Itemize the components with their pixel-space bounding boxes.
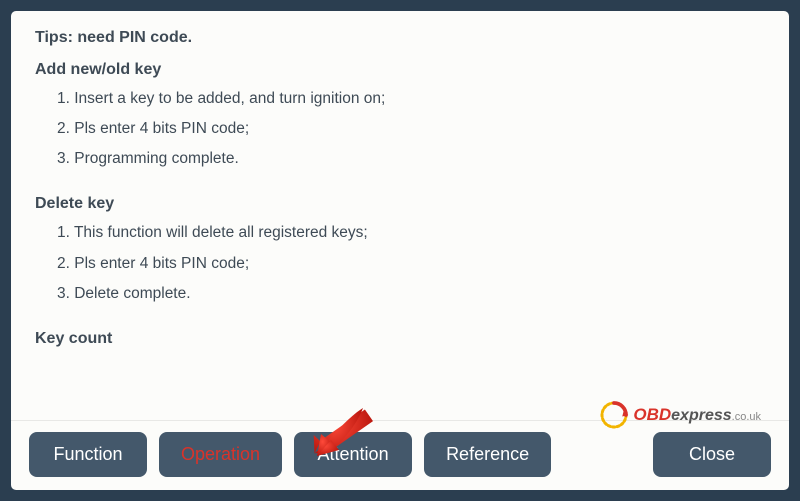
add-step-2: 2. Pls enter 4 bits PIN code; [57, 119, 765, 139]
section-title-keycount: Key count [35, 330, 765, 348]
add-step-3: 3. Programming complete. [57, 149, 765, 169]
delete-step-2: 2. Pls enter 4 bits PIN code; [57, 254, 765, 274]
delete-step-1: 1. This function will delete all registe… [57, 223, 765, 243]
section-title-add: Add new/old key [35, 61, 765, 79]
attention-button[interactable]: Attention [294, 432, 412, 477]
section-title-delete: Delete key [35, 195, 765, 213]
reference-button[interactable]: Reference [424, 432, 551, 477]
operation-button[interactable]: Operation [159, 432, 282, 477]
add-step-1: 1. Insert a key to be added, and turn ig… [57, 89, 765, 109]
function-button[interactable]: Function [29, 432, 147, 477]
close-button[interactable]: Close [653, 432, 771, 477]
delete-step-3: 3. Delete complete. [57, 284, 765, 304]
dialog-content: Tips: need PIN code. Add new/old key 1. … [11, 11, 789, 420]
dialog-window: Tips: need PIN code. Add new/old key 1. … [11, 11, 789, 490]
tips-heading: Tips: need PIN code. [35, 29, 765, 47]
button-bar: Function Operation Attention Reference C… [11, 421, 789, 490]
